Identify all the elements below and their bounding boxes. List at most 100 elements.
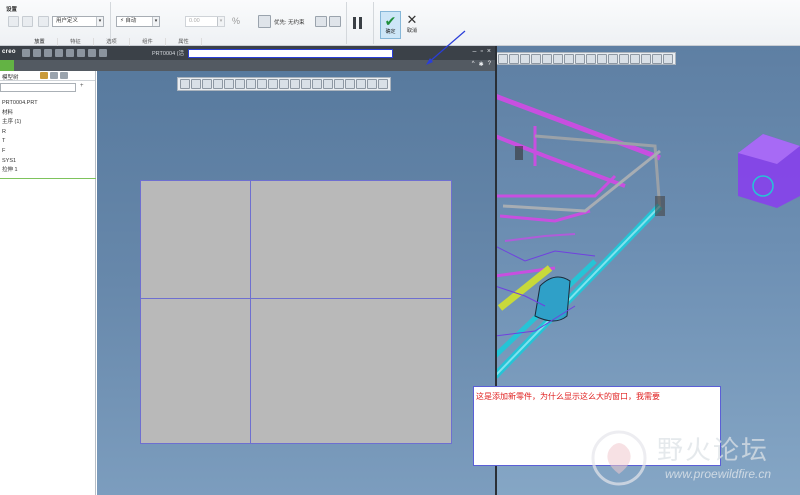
tree-item[interactable]: PRT0004.PRT	[0, 99, 96, 109]
pause-icon	[353, 17, 356, 29]
collapse-ribbon-icon[interactable]: ^	[472, 61, 475, 68]
ok-button[interactable]: ✔ 确定	[380, 11, 401, 39]
tree-item[interactable]: R	[0, 128, 96, 138]
percent-icon[interactable]: %	[232, 16, 240, 26]
view-alt-icon[interactable]	[329, 16, 341, 27]
grey-beam	[502, 149, 661, 213]
value-field-text: 0.00	[189, 18, 200, 24]
file-tab[interactable]	[0, 60, 14, 71]
close-icon: ✕	[406, 12, 418, 27]
chevron-down-icon: ▾	[217, 17, 224, 26]
undo-icon[interactable]	[55, 49, 63, 57]
frame-beam	[495, 174, 617, 198]
tree-item[interactable]: F	[0, 147, 96, 157]
add-filter-icon[interactable]: +	[80, 83, 84, 89]
help-icon[interactable]: ?	[488, 61, 491, 68]
tab-placement[interactable]: 放置	[22, 38, 58, 46]
bracket	[515, 146, 523, 160]
tree-item[interactable]: 材料	[0, 109, 96, 119]
view-tool-icon[interactable]	[202, 79, 212, 89]
reference-icon[interactable]	[38, 16, 49, 27]
view-tool-icon[interactable]	[213, 79, 223, 89]
reference-axis-vertical	[250, 181, 251, 443]
ok-label: 确定	[385, 29, 396, 35]
view-tool-icon[interactable]	[191, 79, 201, 89]
pause-button[interactable]	[352, 17, 364, 29]
save-icon[interactable]	[44, 49, 52, 57]
tree-item[interactable]: 拉伸 1	[0, 166, 96, 176]
view-icon[interactable]	[315, 16, 327, 27]
value-field[interactable]: 0.00 ▾	[185, 16, 225, 27]
window-title-field	[188, 49, 393, 58]
view-tool-icon[interactable]	[180, 79, 190, 89]
quick-access-toolbar	[22, 49, 107, 57]
settings-icon[interactable]: ✱	[479, 61, 484, 68]
cancel-button[interactable]: ✕ 取消	[403, 11, 421, 39]
watermark-brand: 野火论坛	[657, 436, 770, 466]
window-subbar: ^ ✱ ?	[0, 60, 495, 71]
view-tool-icon[interactable]	[290, 79, 300, 89]
tab-components[interactable]: 组件	[130, 38, 166, 46]
minimize-button[interactable]: –	[473, 48, 477, 55]
view-tool-icon[interactable]	[367, 79, 377, 89]
frame-beam	[495, 134, 626, 188]
redo-icon[interactable]	[66, 49, 74, 57]
constraint-icon[interactable]	[258, 15, 271, 28]
view-tool-icon[interactable]	[224, 79, 234, 89]
ribbon-divider	[346, 2, 347, 44]
auto-mode-select[interactable]: ⚡ 自动 ▾	[116, 16, 160, 27]
view-tool-icon[interactable]	[268, 79, 278, 89]
ribbon-divider	[373, 2, 374, 44]
model-tree-search-input[interactable]	[0, 83, 76, 92]
graphics-area[interactable]	[97, 71, 495, 495]
reference-mode-value: 用户定义	[56, 18, 79, 24]
tab-options[interactable]: 选项	[94, 38, 130, 46]
graphics-toolbar	[177, 77, 391, 91]
forum-watermark: 野火论坛 www.proewildfire.cn	[585, 424, 800, 494]
tab-features[interactable]: 特征	[58, 38, 94, 46]
windows-icon[interactable]	[88, 49, 96, 57]
auto-mode-value: 自动	[125, 18, 137, 24]
watermark-url: www.proewildfire.cn	[665, 467, 772, 481]
tree-item[interactable]: 主序 (1)	[0, 118, 96, 128]
close-window-icon[interactable]	[99, 49, 107, 57]
view-tool-icon[interactable]	[334, 79, 344, 89]
view-tool-icon[interactable]	[323, 79, 333, 89]
view-tool-icon[interactable]	[345, 79, 355, 89]
regenerate-icon[interactable]	[77, 49, 85, 57]
window-titlebar[interactable]: creo PRT0004 (活 – ▫ ×	[0, 46, 495, 60]
view-tool-icon[interactable]	[378, 79, 388, 89]
sketch-icon[interactable]	[8, 16, 19, 27]
sketch-plane[interactable]	[140, 180, 452, 444]
insert-marker[interactable]	[0, 178, 96, 179]
reference-mode-select[interactable]: 用户定义 ▾	[52, 16, 104, 27]
frame-beam	[499, 209, 591, 223]
view-tool-icon[interactable]	[301, 79, 311, 89]
view-tool-icon[interactable]	[356, 79, 366, 89]
tree-settings-icon[interactable]	[40, 72, 48, 79]
open-icon[interactable]	[33, 49, 41, 57]
lightning-icon: ⚡	[120, 18, 124, 24]
tree-show-icon[interactable]	[60, 72, 68, 79]
new-part-window[interactable]: creo PRT0004 (活 – ▫ × ^ ✱ ? 模型树 + PRT000…	[0, 46, 497, 495]
maximize-button[interactable]: ▫	[480, 48, 482, 55]
tab-properties[interactable]: 属性	[166, 38, 202, 46]
view-tool-icon[interactable]	[246, 79, 256, 89]
tree-item[interactable]: SYS1	[0, 157, 96, 167]
view-tool-icon[interactable]	[257, 79, 267, 89]
frame-beam	[504, 233, 576, 242]
new-icon[interactable]	[22, 49, 30, 57]
forum-logo-icon	[591, 430, 647, 486]
ribbon-group-title: 设置	[6, 7, 18, 13]
annotation-text: 这是添加新零件，为什么显示这么大的窗口，我需要	[476, 392, 660, 401]
checkmark-icon: ✔	[384, 13, 397, 29]
model-tree-tools	[40, 72, 68, 79]
tree-columns-icon[interactable]	[50, 72, 58, 79]
tree-item[interactable]: T	[0, 137, 96, 147]
view-tool-icon[interactable]	[312, 79, 322, 89]
plane-icon[interactable]	[22, 16, 33, 27]
close-button[interactable]: ×	[487, 48, 491, 55]
reference-axis-horizontal	[141, 298, 451, 299]
view-tool-icon[interactable]	[235, 79, 245, 89]
view-tool-icon[interactable]	[279, 79, 289, 89]
